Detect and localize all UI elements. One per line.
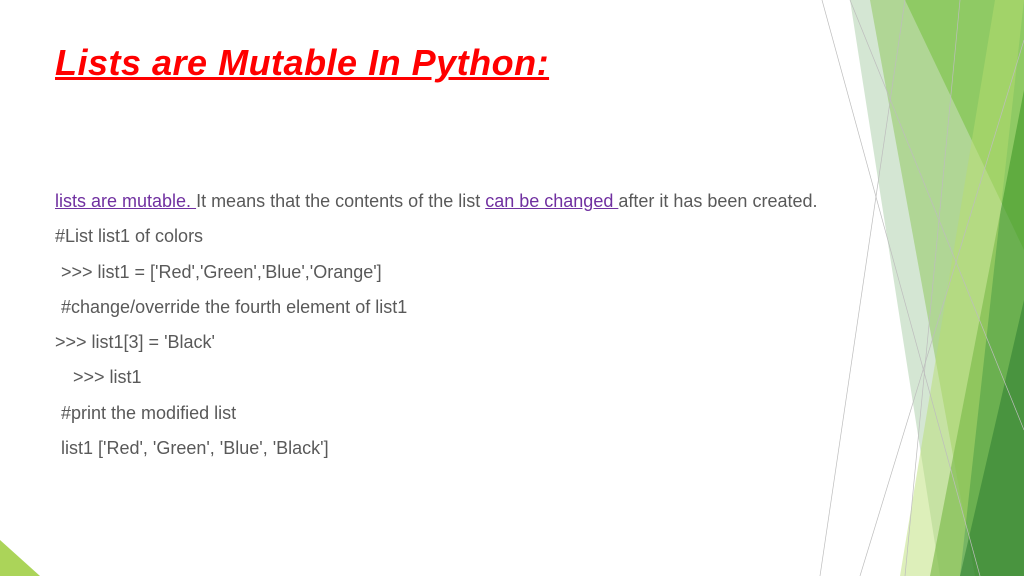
slide-content: Lists are Mutable In Python: lists are m… (0, 0, 1024, 460)
code-line: >>> list1 = ['Red','Green','Blue','Orang… (55, 260, 964, 284)
code-line: #change/override the fourth element of l… (55, 295, 964, 319)
intro-paragraph: lists are mutable. It means that the con… (55, 189, 964, 213)
code-line: list1 ['Red', 'Green', 'Blue', 'Black'] (55, 436, 964, 460)
code-line: #List list1 of colors (55, 224, 964, 248)
link-can-be-changed[interactable]: can be changed (485, 191, 618, 211)
slide-body: lists are mutable. It means that the con… (55, 189, 964, 460)
intro-text-2: after it has been created. (618, 191, 817, 211)
slide-title: Lists are Mutable In Python: (55, 42, 964, 84)
intro-text-1: It means that the contents of the list (196, 191, 485, 211)
code-line: >>> list1 (55, 365, 964, 389)
code-line: #print the modified list (55, 401, 964, 425)
link-lists-mutable[interactable]: lists are mutable. (55, 191, 196, 211)
code-line: >>> list1[3] = 'Black' (55, 330, 964, 354)
